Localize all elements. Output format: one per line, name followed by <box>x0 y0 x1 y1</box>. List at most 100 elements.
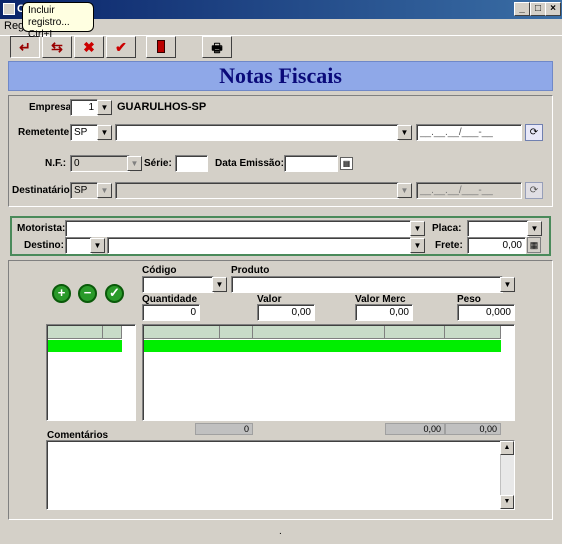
empresa-field[interactable]: 1 <box>70 99 98 116</box>
confirm-item-button[interactable]: ✓ <box>105 284 124 303</box>
remove-item-button[interactable]: − <box>78 284 97 303</box>
placa-label: Placa: <box>432 223 462 234</box>
codigo-dropdown[interactable]: ▼ <box>212 277 227 292</box>
destinatario-uf[interactable]: SP <box>70 182 98 199</box>
data-emissao-field[interactable] <box>284 155 338 172</box>
arrow-up-icon: ▲ <box>503 444 511 451</box>
destinatario-field[interactable] <box>115 182 399 199</box>
serie-field[interactable] <box>175 155 208 172</box>
remetente-dropdown[interactable]: ▼ <box>397 125 412 140</box>
motorista-field[interactable] <box>65 220 411 237</box>
maximize-button[interactable]: □ <box>530 2 546 16</box>
remetente-field[interactable] <box>115 124 399 141</box>
nf-dropdown[interactable]: ▼ <box>127 156 142 171</box>
scroll-down-button[interactable]: ▼ <box>500 495 514 509</box>
nf-field[interactable]: 0 <box>70 155 130 172</box>
chevron-down-icon: ▼ <box>413 224 422 233</box>
chevron-down-icon: ▼ <box>503 280 512 289</box>
peso-field[interactable]: 0,000 <box>457 304 515 321</box>
tooltip-line-1: Incluir registro... <box>28 5 70 28</box>
remetente-uf[interactable]: SP <box>70 124 98 141</box>
page-title: Notas Fiscais <box>8 61 553 91</box>
destino-uf[interactable] <box>65 237 92 254</box>
destino-dropdown[interactable]: ▼ <box>410 238 425 253</box>
calculator-button[interactable]: ▦ <box>527 237 541 253</box>
quantidade-field[interactable]: 0 <box>142 304 200 321</box>
app-icon <box>3 3 15 15</box>
check-icon: ✔ <box>115 39 127 55</box>
chevron-down-icon: ▼ <box>100 128 109 137</box>
produto-dropdown[interactable]: ▼ <box>500 277 515 292</box>
destinatario-cnpj[interactable]: __.__.__/___-__ <box>416 182 522 199</box>
destino-field[interactable] <box>107 237 411 254</box>
empresa-name: GUARULHOS-SP <box>117 101 207 113</box>
data-emissao-label: Data Emissão: <box>215 158 284 169</box>
table-row[interactable] <box>144 340 501 352</box>
codigo-label: Código <box>142 265 177 276</box>
chevron-down-icon: ▼ <box>100 103 109 112</box>
frete-label: Frete: <box>435 240 463 251</box>
frete-field[interactable]: 0,00 <box>467 237 526 254</box>
comentarios-textarea[interactable] <box>46 440 515 510</box>
motorista-dropdown[interactable]: ▼ <box>410 221 425 236</box>
chevron-down-icon: ▼ <box>530 224 539 233</box>
minus-icon: − <box>83 285 92 300</box>
chevron-down-icon: ▼ <box>413 241 422 250</box>
edit-record-icon: ⇆ <box>51 39 63 55</box>
refresh-icon: ⟳ <box>529 127 539 138</box>
add-record-icon: ↵ <box>19 39 31 55</box>
close-button[interactable]: × <box>545 2 561 16</box>
destino-uf-dropdown[interactable]: ▼ <box>90 238 105 253</box>
add-item-button[interactable]: + <box>52 284 71 303</box>
grid-header-cell[interactable] <box>253 326 385 339</box>
remetente-uf-dropdown[interactable]: ▼ <box>97 125 112 140</box>
valor-field[interactable]: 0,00 <box>257 304 315 321</box>
confirm-button[interactable]: ✔ <box>106 36 136 58</box>
remetente-refresh-button[interactable]: ⟳ <box>525 124 543 141</box>
check-icon: ✓ <box>109 285 120 300</box>
table-row[interactable] <box>48 340 122 352</box>
destinatario-dropdown[interactable]: ▼ <box>397 183 412 198</box>
grid-header-cell[interactable] <box>103 326 122 339</box>
door-icon <box>157 40 165 53</box>
tooltip-line-2: Ctrl+I <box>28 29 53 40</box>
empresa-dropdown[interactable]: ▼ <box>97 100 112 115</box>
arrow-down-icon: ▼ <box>503 498 511 505</box>
total-valor-merc: 0,00 <box>385 423 445 435</box>
chevron-down-icon: ▼ <box>100 186 109 195</box>
placa-field[interactable] <box>467 220 529 237</box>
exit-button[interactable] <box>146 36 176 58</box>
total-peso: 0,00 <box>445 423 501 435</box>
calendar-icon: ▦ <box>342 159 351 168</box>
produto-field[interactable] <box>231 276 503 293</box>
printer-icon: 🖶 <box>211 41 223 55</box>
plus-icon: + <box>57 285 66 300</box>
chevron-down-icon: ▼ <box>93 241 102 250</box>
motorista-label: Motorista: <box>17 223 66 234</box>
scroll-up-button[interactable]: ▲ <box>500 441 514 455</box>
valor-merc-field[interactable]: 0,00 <box>355 304 413 321</box>
print-button[interactable]: 🖶 <box>202 36 232 58</box>
chevron-down-icon: ▼ <box>215 280 224 289</box>
placa-dropdown[interactable]: ▼ <box>527 221 542 236</box>
grid-header-cell[interactable] <box>48 326 103 339</box>
destinatario-refresh-button[interactable]: ⟳ <box>525 182 543 199</box>
delete-icon: ✖ <box>83 39 95 55</box>
codigo-field[interactable] <box>142 276 214 293</box>
destinatario-uf-dropdown[interactable]: ▼ <box>97 183 112 198</box>
grid-header-cell[interactable] <box>385 326 445 339</box>
nf-label: N.F.: <box>45 158 67 169</box>
destinatario-label: Destinatário <box>12 185 70 196</box>
remetente-cnpj[interactable]: __.__.__/___-__ <box>416 124 522 141</box>
grid-header-cell[interactable] <box>144 326 220 339</box>
grid-header-cell[interactable] <box>220 326 253 339</box>
calendar-button[interactable]: ▦ <box>340 157 353 170</box>
grid-header-cell[interactable] <box>445 326 501 339</box>
tooltip: Incluir registro... Ctrl+I <box>22 2 94 40</box>
serie-label: Série: <box>144 158 172 169</box>
total-quantidade: 0 <box>195 423 253 435</box>
chevron-down-icon: ▼ <box>400 128 409 137</box>
status-text: . <box>279 526 282 537</box>
minimize-button[interactable]: _ <box>514 2 530 16</box>
chevron-down-icon: ▼ <box>130 159 139 168</box>
